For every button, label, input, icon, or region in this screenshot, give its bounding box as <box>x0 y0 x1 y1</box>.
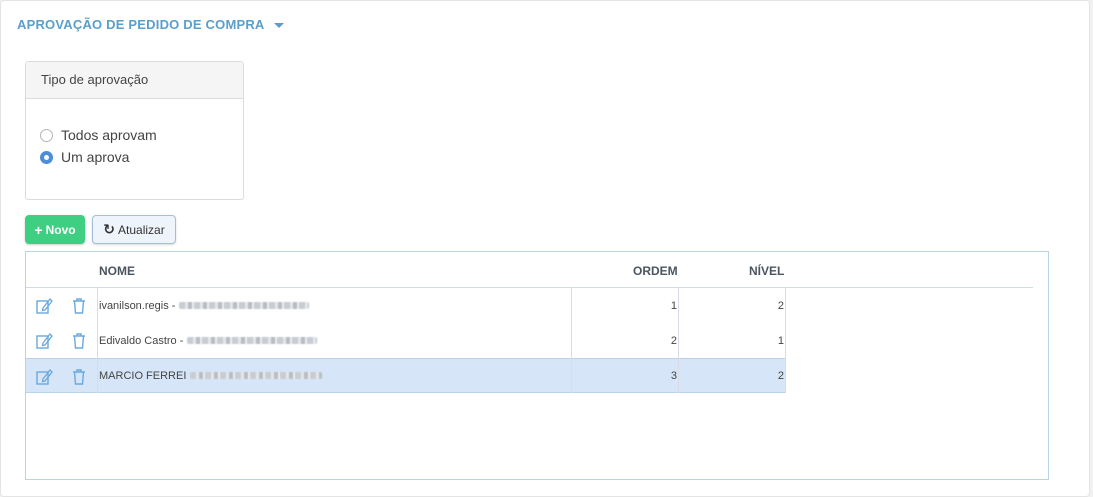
new-button[interactable]: + Novo <box>25 215 85 244</box>
trash-icon[interactable] <box>70 368 88 386</box>
column-header-nivel[interactable]: NÍVEL <box>749 264 784 278</box>
approval-type-fieldset: Tipo de aprovação Todos aprovam Um aprov… <box>25 61 244 200</box>
cell-ordem: 1 <box>670 299 677 312</box>
cell-nivel: 2 <box>777 369 784 382</box>
caret-down-icon[interactable] <box>273 22 284 28</box>
edit-icon[interactable] <box>35 332 53 350</box>
column-header-ordem[interactable]: ORDEM <box>633 264 678 278</box>
cell-nome: MARCIO FERREI <box>99 359 323 392</box>
panel-header[interactable]: APROVAÇÃO DE PEDIDO DE COMPRA <box>17 17 284 32</box>
cell-ordem: 2 <box>670 334 677 347</box>
refresh-button-label: Atualizar <box>118 222 165 237</box>
radio-button[interactable] <box>40 128 53 142</box>
approval-type-legend: Tipo de aprovação <box>26 62 243 99</box>
redacted-email <box>187 337 318 344</box>
column-header-nome[interactable]: NOME <box>99 264 135 278</box>
trash-icon[interactable] <box>70 297 88 315</box>
column-divider <box>785 287 786 393</box>
cell-nome-text: ivanilson.regis - <box>99 299 176 312</box>
panel-title: APROVAÇÃO DE PEDIDO DE COMPRA <box>17 17 265 32</box>
radio-label: Um aprova <box>61 149 130 165</box>
radio-button-checked[interactable] <box>40 150 53 164</box>
edit-icon[interactable] <box>35 297 53 315</box>
radio-all-approve[interactable]: Todos aprovam <box>40 127 157 143</box>
table-row[interactable]: Edivaldo Castro - 2 1 <box>26 323 785 358</box>
cell-nome-text: MARCIO FERREI <box>99 369 187 382</box>
edit-icon[interactable] <box>35 368 53 386</box>
column-divider <box>678 287 679 393</box>
cell-nome: Edivaldo Castro - <box>99 323 318 358</box>
column-divider <box>97 287 98 393</box>
radio-one-approves[interactable]: Um aprova <box>40 149 129 165</box>
refresh-icon: ↻ <box>103 221 116 237</box>
table-row-selected[interactable]: MARCIO FERREI 3 2 <box>26 358 785 393</box>
approvers-grid: NOME ORDEM NÍVEL ivanilson.regis - 1 2 E… <box>25 251 1049 480</box>
trash-icon[interactable] <box>70 332 88 350</box>
redacted-email <box>179 302 310 309</box>
approval-panel: APROVAÇÃO DE PEDIDO DE COMPRA Tipo de ap… <box>0 0 1090 497</box>
redacted-name <box>190 372 323 379</box>
grid-header: NOME ORDEM NÍVEL <box>26 252 1033 288</box>
cell-nivel: 1 <box>777 334 784 347</box>
cell-ordem: 3 <box>670 369 677 382</box>
refresh-button[interactable]: ↻ Atualizar <box>92 215 176 244</box>
cell-nivel: 2 <box>777 299 784 312</box>
cell-nome: ivanilson.regis - <box>99 288 310 323</box>
radio-label: Todos aprovam <box>61 127 157 143</box>
column-divider <box>571 287 572 393</box>
table-row[interactable]: ivanilson.regis - 1 2 <box>26 288 785 323</box>
plus-icon: + <box>34 221 43 238</box>
new-button-label: Novo <box>45 222 76 237</box>
cell-nome-text: Edivaldo Castro - <box>99 334 184 347</box>
